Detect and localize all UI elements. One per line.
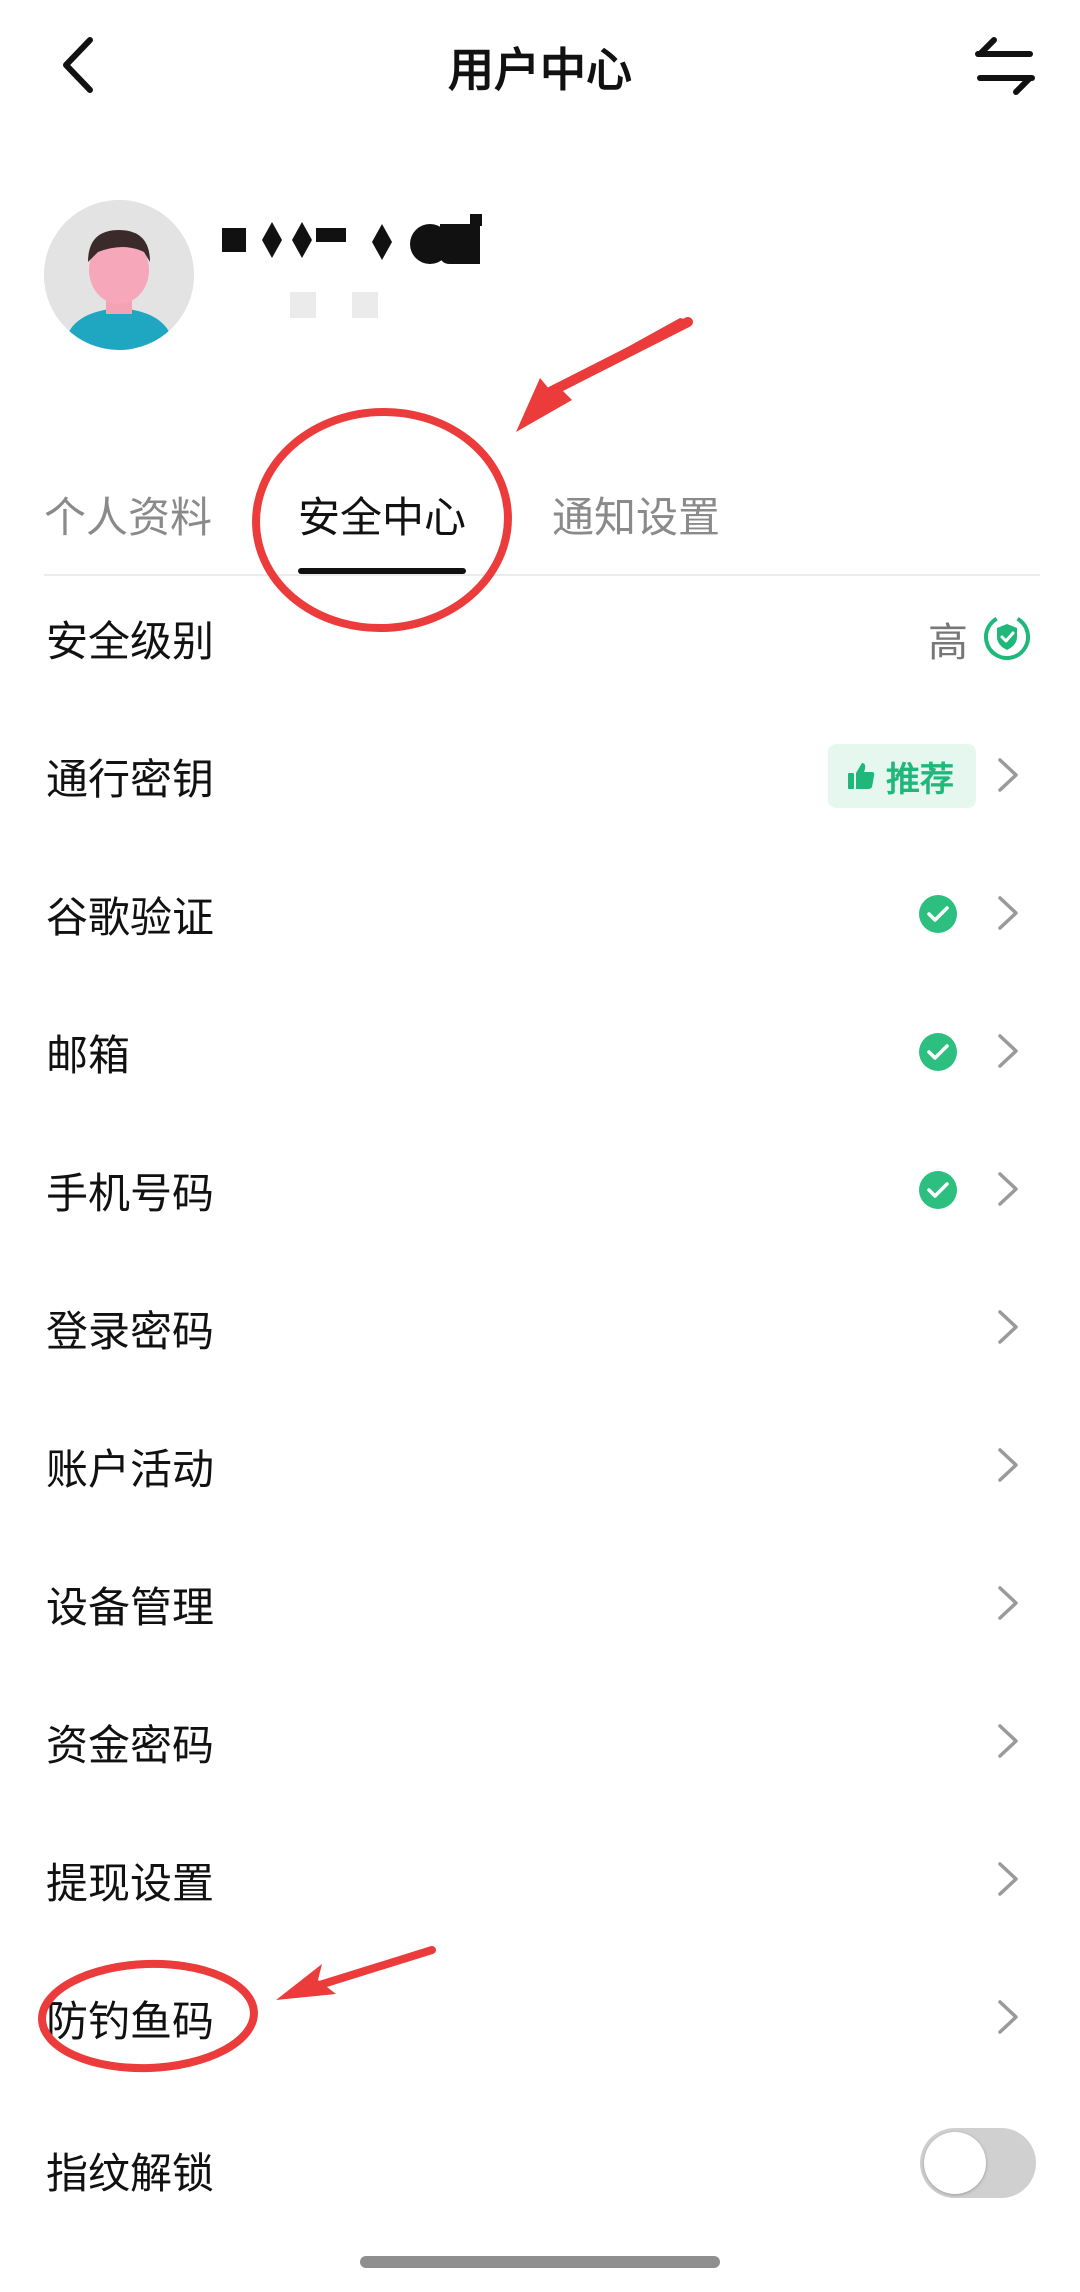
chevron-right-icon (998, 1448, 1018, 1482)
chevron-right-icon (998, 2000, 1018, 2034)
swap-arrows-icon (975, 37, 1035, 95)
user-center-page: 用户中心 个人资料 安全中心 通知设置 安全级别 高 通行密钥 推荐 谷歌验证 … (0, 0, 1080, 2292)
tab-profile[interactable]: 个人资料 (44, 484, 212, 545)
chevron-right-icon (998, 1172, 1018, 1206)
chevron-right-icon (998, 896, 1018, 930)
chevron-right-icon (998, 1034, 1018, 1068)
device-management-label: 设备管理 (46, 1583, 215, 1632)
row-email[interactable]: 邮箱 (0, 982, 1080, 1120)
thumbs-up-icon (848, 763, 875, 789)
header: 用户中心 (0, 0, 1080, 140)
username-obscured (222, 214, 562, 334)
tab-bar: 个人资料 安全中心 通知设置 (0, 440, 1080, 576)
chevron-right-icon (998, 758, 1018, 792)
row-device-management[interactable]: 设备管理 (0, 1534, 1080, 1672)
row-account-activity[interactable]: 账户活动 (0, 1396, 1080, 1534)
shield-check-ring-icon (984, 614, 1030, 660)
account-activity-label: 账户活动 (46, 1445, 215, 1494)
check-circle-icon (919, 1033, 957, 1071)
home-indicator (360, 2256, 720, 2268)
page-title: 用户中心 (448, 43, 632, 97)
recommended-badge: 推荐 (828, 744, 976, 808)
badge-text: 推荐 (886, 759, 954, 800)
tab-security-center[interactable]: 安全中心 (298, 484, 466, 545)
tab-notification-settings[interactable]: 通知设置 (552, 484, 720, 545)
phone-label: 手机号码 (46, 1169, 215, 1218)
security-level-value: 高 (928, 620, 968, 666)
row-security-level: 安全级别 高 (0, 568, 1080, 706)
chevron-right-icon (998, 1310, 1018, 1344)
avatar[interactable] (44, 200, 194, 350)
passkey-label: 通行密钥 (46, 755, 215, 804)
fingerprint-label: 指纹解锁 (46, 2149, 215, 2198)
row-google-authenticator[interactable]: 谷歌验证 (0, 844, 1080, 982)
switch-account-button[interactable] (970, 30, 1040, 100)
fund-password-label: 资金密码 (46, 1721, 215, 1770)
check-circle-icon (919, 895, 957, 933)
email-label: 邮箱 (46, 1031, 131, 1080)
row-fingerprint-unlock: 指纹解锁 (0, 2100, 1080, 2238)
row-phone-number[interactable]: 手机号码 (0, 1120, 1080, 1258)
chevron-right-icon (998, 1586, 1018, 1620)
google-auth-label: 谷歌验证 (46, 893, 215, 942)
fingerprint-toggle[interactable] (920, 2128, 1036, 2198)
user-avatar-icon (44, 200, 194, 350)
login-password-label: 登录密码 (46, 1307, 215, 1356)
security-level-label: 安全级别 (46, 617, 215, 666)
check-circle-icon (919, 1171, 957, 1209)
row-passkey[interactable]: 通行密钥 推荐 (0, 706, 1080, 844)
withdraw-settings-label: 提现设置 (46, 1859, 215, 1908)
chevron-right-icon (998, 1862, 1018, 1896)
row-login-password[interactable]: 登录密码 (0, 1258, 1080, 1396)
row-anti-phishing-code[interactable]: 防钓鱼码 (0, 1948, 1080, 2086)
row-fund-password[interactable]: 资金密码 (0, 1672, 1080, 1810)
anti-phishing-label: 防钓鱼码 (46, 1997, 215, 2046)
row-withdraw-settings[interactable]: 提现设置 (0, 1810, 1080, 1948)
chevron-right-icon (998, 1724, 1018, 1758)
toggle-knob (924, 2132, 986, 2194)
